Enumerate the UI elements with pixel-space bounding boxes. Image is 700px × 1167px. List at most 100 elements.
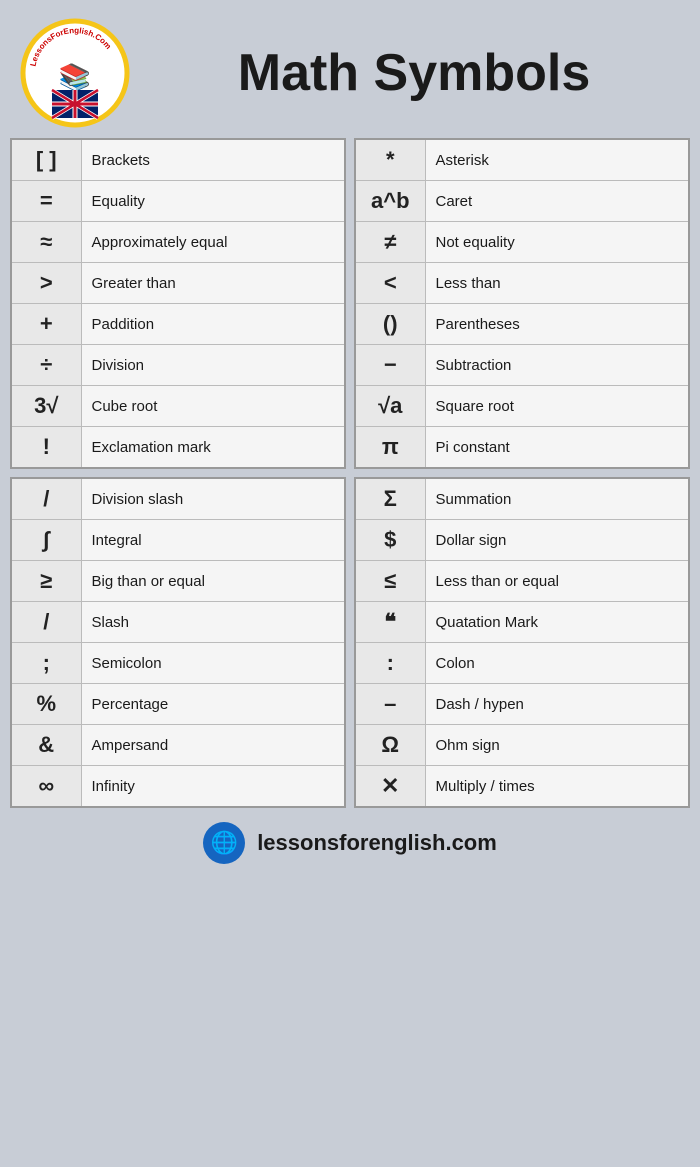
table-row: :Colon (355, 643, 689, 684)
name-cell: Cube root (81, 386, 345, 427)
table-row: &Ampersand (11, 725, 345, 766)
table-row: ∞Infinity (11, 766, 345, 808)
tables-container: [ ]Brackets=Equality≈Approximately equal… (5, 138, 695, 808)
symbol-cell: () (355, 304, 425, 345)
symbol-cell: & (11, 725, 81, 766)
name-cell: Exclamation mark (81, 427, 345, 469)
symbol-cell: Σ (355, 478, 425, 520)
symbol-cell: $ (355, 520, 425, 561)
table-row: ≤Less than or equal (355, 561, 689, 602)
name-cell: Subtraction (425, 345, 689, 386)
table-row: $Dollar sign (355, 520, 689, 561)
table-row: πPi constant (355, 427, 689, 469)
table-row: ()Parentheses (355, 304, 689, 345)
name-cell: Percentage (81, 684, 345, 725)
table-4: ΣSummation$Dollar sign≤Less than or equa… (354, 477, 690, 808)
name-cell: Summation (425, 478, 689, 520)
symbol-cell: < (355, 263, 425, 304)
symbol-cell: 3√ (11, 386, 81, 427)
name-cell: Quatation Mark (425, 602, 689, 643)
table-row: ≠Not equality (355, 222, 689, 263)
table-row: –Dash / hypen (355, 684, 689, 725)
name-cell: Less than or equal (425, 561, 689, 602)
name-cell: Slash (81, 602, 345, 643)
name-cell: Brackets (81, 139, 345, 181)
footer-text: lessonsforenglish.com (257, 830, 497, 856)
symbol-cell: – (355, 684, 425, 725)
symbol-cell: √a (355, 386, 425, 427)
symbol-cell: π (355, 427, 425, 469)
table-row: ΣSummation (355, 478, 689, 520)
table-row: −Subtraction (355, 345, 689, 386)
name-cell: Caret (425, 181, 689, 222)
table-row: !Exclamation mark (11, 427, 345, 469)
symbol-cell: Ω (355, 725, 425, 766)
symbol-cell: ∞ (11, 766, 81, 808)
table-row: ❝Quatation Mark (355, 602, 689, 643)
symbol-cell: % (11, 684, 81, 725)
symbol-cell: − (355, 345, 425, 386)
name-cell: Paddition (81, 304, 345, 345)
table-row: <Less than (355, 263, 689, 304)
symbol-cell: [ ] (11, 139, 81, 181)
name-cell: Pi constant (425, 427, 689, 469)
name-cell: Equality (81, 181, 345, 222)
name-cell: Division slash (81, 478, 345, 520)
table-row: ΩOhm sign (355, 725, 689, 766)
name-cell: Division (81, 345, 345, 386)
table-row: √aSquare root (355, 386, 689, 427)
table-2: *Asteriska^bCaret≠Not equality<Less than… (354, 138, 690, 469)
name-cell: Not equality (425, 222, 689, 263)
symbol-cell: : (355, 643, 425, 684)
symbol-cell: ❝ (355, 602, 425, 643)
table-row: 3√Cube root (11, 386, 345, 427)
name-cell: Colon (425, 643, 689, 684)
table-row: >Greater than (11, 263, 345, 304)
table-row: =Equality (11, 181, 345, 222)
table-row: [ ]Brackets (11, 139, 345, 181)
name-cell: Asterisk (425, 139, 689, 181)
table-row: /Division slash (11, 478, 345, 520)
name-cell: Dash / hypen (425, 684, 689, 725)
table-3: /Division slash∫Integral≥Big than or equ… (10, 477, 346, 808)
top-section: [ ]Brackets=Equality≈Approximately equal… (10, 138, 690, 469)
logo: LessonsForEnglish.Com 📚 (20, 18, 130, 128)
name-cell: Parentheses (425, 304, 689, 345)
symbol-cell: ≥ (11, 561, 81, 602)
symbol-cell: ≤ (355, 561, 425, 602)
table-row: %Percentage (11, 684, 345, 725)
symbol-cell: ; (11, 643, 81, 684)
symbol-cell: ! (11, 427, 81, 469)
page-title: Math Symbols (148, 43, 680, 103)
table-row: *Asterisk (355, 139, 689, 181)
symbol-cell: * (355, 139, 425, 181)
name-cell: Ohm sign (425, 725, 689, 766)
name-cell: Big than or equal (81, 561, 345, 602)
table-row: ;Semicolon (11, 643, 345, 684)
symbol-cell: > (11, 263, 81, 304)
name-cell: Approximately equal (81, 222, 345, 263)
name-cell: Greater than (81, 263, 345, 304)
symbol-cell: ≠ (355, 222, 425, 263)
symbol-cell: ∫ (11, 520, 81, 561)
footer: 🌐 lessonsforenglish.com (0, 808, 700, 872)
page-header: LessonsForEnglish.Com 📚 Math Symbols (0, 0, 700, 138)
table-row: +Paddition (11, 304, 345, 345)
name-cell: Ampersand (81, 725, 345, 766)
name-cell: Infinity (81, 766, 345, 808)
table-1: [ ]Brackets=Equality≈Approximately equal… (10, 138, 346, 469)
table-row: ÷Division (11, 345, 345, 386)
symbol-cell: ÷ (11, 345, 81, 386)
name-cell: Square root (425, 386, 689, 427)
symbol-cell: = (11, 181, 81, 222)
table-row: ≥Big than or equal (11, 561, 345, 602)
table-row: ≈Approximately equal (11, 222, 345, 263)
name-cell: Semicolon (81, 643, 345, 684)
table-row: ∫Integral (11, 520, 345, 561)
symbol-cell: + (11, 304, 81, 345)
name-cell: Less than (425, 263, 689, 304)
symbol-cell: / (11, 478, 81, 520)
svg-text:📚: 📚 (59, 62, 91, 92)
table-row: a^bCaret (355, 181, 689, 222)
symbol-cell: / (11, 602, 81, 643)
